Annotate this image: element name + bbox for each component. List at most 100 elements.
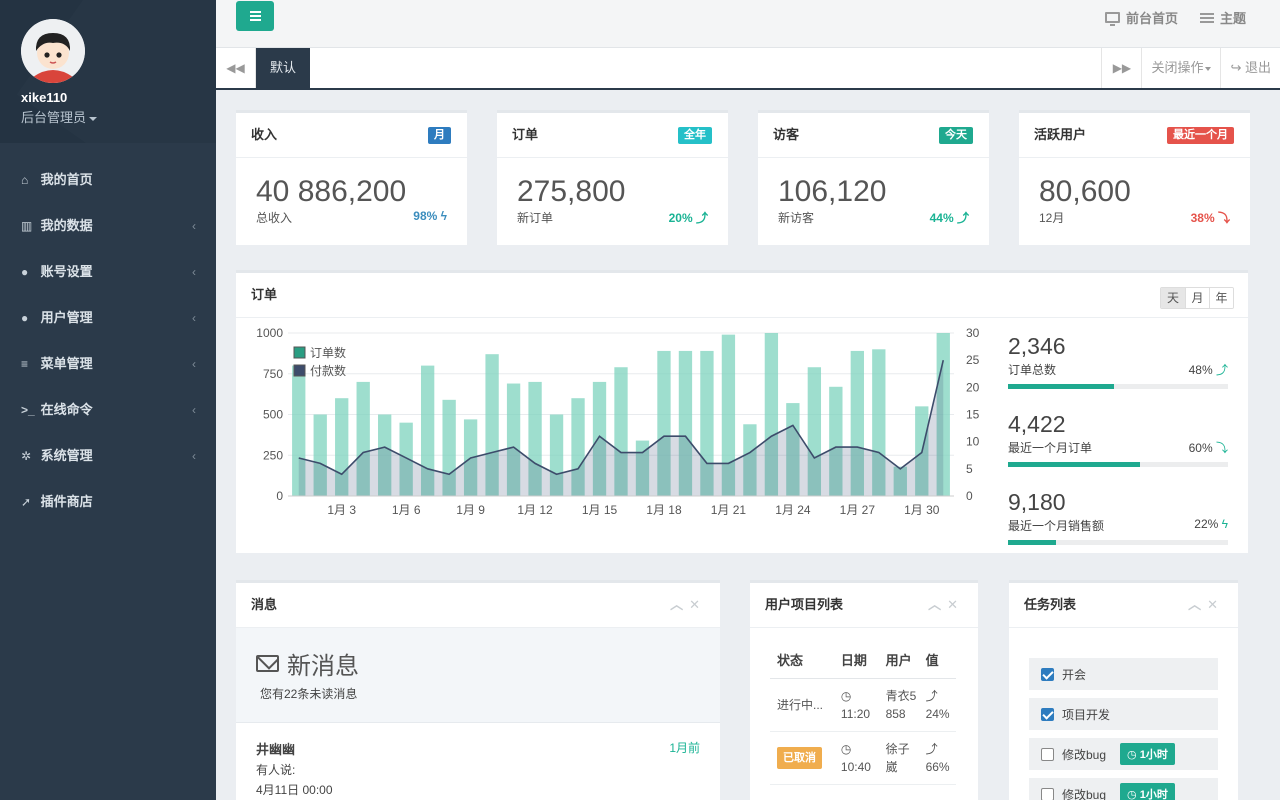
close-icon[interactable]: ✕ xyxy=(1207,597,1224,612)
row-value-text: 66% xyxy=(925,759,950,774)
col-status: 状态 xyxy=(770,642,834,679)
stat-card-header: 访客 今天 xyxy=(758,113,989,158)
sidebar-item-1[interactable]: ▥ 我的数据 ‹ xyxy=(0,203,216,249)
menu-toggle-button[interactable] xyxy=(236,1,274,31)
y-left-tick-label: 1000 xyxy=(256,326,283,340)
stat-percent-value: 20% xyxy=(668,211,693,225)
collapse-icon[interactable]: ︿ xyxy=(928,597,947,612)
tab-bar: ◀◀ 默认 ▶▶ 关闭操作 ↪ 退出 xyxy=(216,48,1280,90)
row-time: 10:40 xyxy=(840,759,871,774)
close-operations-dropdown[interactable]: 关闭操作 xyxy=(1141,48,1220,88)
period-badge: 今天 xyxy=(939,127,973,144)
task-time-badge: ◷ 1小时 xyxy=(1120,743,1175,765)
collapse-icon[interactable]: ︿ xyxy=(1188,597,1207,612)
close-icon[interactable]: ✕ xyxy=(689,597,706,612)
users-icon: ● xyxy=(21,311,29,325)
kpi-progress-fill xyxy=(1008,462,1140,467)
kpi-item: 2,346 订单总数 48% ⤴ xyxy=(1008,333,1228,389)
kpi-label: 订单总数 xyxy=(1008,363,1057,377)
panel-tools: ︿✕ xyxy=(1188,583,1224,627)
sidebar-item-6[interactable]: ✲ 系统管理 ‹ xyxy=(0,433,216,479)
sidebar: xike110 后台管理员 ⌂ 我的首页 ▥ 我的数据 ‹ ● 账号设置 ‹ ● 用户管理… xyxy=(0,0,216,800)
clock-icon: ◷ xyxy=(1127,789,1137,800)
stat-value: 106,120 xyxy=(778,175,887,208)
task-time-badge: ◷ 1小时 xyxy=(1120,783,1175,800)
hamburger-icon-line xyxy=(249,15,261,17)
y-right-tick-label: 30 xyxy=(966,326,980,340)
task-item[interactable]: 修改bug ◷ 1小时 xyxy=(1029,778,1218,800)
period-badge: 全年 xyxy=(678,127,712,144)
chevron-left-icon: ‹ xyxy=(192,449,196,463)
chevron-left-icon: ‹ xyxy=(192,311,196,325)
range-day-button[interactable]: 天 xyxy=(1161,288,1185,308)
messages-panel-title: 消息 xyxy=(251,597,278,612)
sidebar-item-4[interactable]: ≡ 菜单管理 ‹ xyxy=(0,341,216,387)
chevron-left-icon: ‹ xyxy=(192,403,196,417)
tab-scroll-left-button[interactable]: ◀◀ xyxy=(216,48,256,88)
gear-icon: ✲ xyxy=(21,449,32,463)
monitor-icon xyxy=(1104,12,1120,26)
kpi-percent: 22% ϟ xyxy=(1194,517,1228,534)
task-item[interactable]: 开会 xyxy=(1029,658,1218,690)
sidebar-item-label: 我的首页 xyxy=(40,172,93,187)
trend-icon: ϟ xyxy=(440,209,447,223)
stat-card-header: 收入 月 xyxy=(236,113,467,158)
top-nav: 前台首页 主题 xyxy=(1104,8,1246,27)
message-item[interactable]: 井幽幽 1月前 有人说: 4月11日 00:00 xyxy=(236,723,720,800)
x-tick-label: 1月 30 xyxy=(904,503,940,517)
user-role-dropdown[interactable]: 后台管理员 xyxy=(21,107,98,126)
y-right-tick-label: 0 xyxy=(966,489,973,503)
tab-default[interactable]: 默认 xyxy=(256,48,311,88)
stat-percent-value: 44% xyxy=(929,211,954,225)
stat-card: 活跃用户 最近一个月 80,600 12月 38% ⤵ xyxy=(1019,110,1250,245)
range-month-button[interactable]: 月 xyxy=(1185,288,1209,308)
sidebar-item-label: 在线命令 xyxy=(40,402,93,417)
chevron-left-icon: ‹ xyxy=(192,357,196,371)
tab-scroll-right-button[interactable]: ▶▶ xyxy=(1101,48,1141,88)
range-year-button[interactable]: 年 xyxy=(1209,288,1233,308)
task-checkbox[interactable] xyxy=(1041,707,1054,721)
terminal-icon: >_ xyxy=(21,403,35,417)
sidebar-item-label: 账号设置 xyxy=(40,264,93,279)
theme-link[interactable]: 主题 xyxy=(1199,8,1246,27)
y-right-tick-label: 20 xyxy=(966,380,980,394)
task-label: 项目开发 xyxy=(1062,707,1111,722)
stat-title: 订单 xyxy=(512,127,539,142)
task-item[interactable]: 项目开发 xyxy=(1029,698,1218,730)
kpi-percent: 60% ⤵ xyxy=(1189,439,1228,456)
task-checkbox[interactable] xyxy=(1041,787,1054,800)
sidebar-item-7[interactable]: ➚ 插件商店 xyxy=(0,479,216,525)
task-checkbox[interactable] xyxy=(1041,667,1054,681)
close-icon[interactable]: ✕ xyxy=(947,597,964,612)
table-row[interactable]: 进行中... ◷ 11:20 青衣5858 ⤴ 24% xyxy=(770,678,956,732)
stat-subtitle: 总收入 xyxy=(256,211,293,225)
stat-percent: 44% ⤴ xyxy=(930,209,969,226)
stat-value: 40 886,200 xyxy=(256,175,407,208)
kpi-progress-bar xyxy=(1008,462,1228,467)
kpi-percent-value: 22% xyxy=(1194,517,1219,531)
task-checkbox[interactable] xyxy=(1041,747,1054,761)
stat-title: 访客 xyxy=(773,127,800,142)
trend-icon: ⤴ xyxy=(695,211,708,225)
kpi-value: 4,422 xyxy=(1008,411,1066,437)
collapse-icon[interactable]: ︿ xyxy=(670,597,689,612)
row-value: ⤴ 66% xyxy=(918,731,956,785)
stat-card: 收入 月 40 886,200 总收入 98% ϟ xyxy=(236,110,467,245)
table-row[interactable]: 已取消 ◷ 10:40 徐子崴 ⤴ 66% xyxy=(770,731,956,785)
row-value: ⤴ 24% xyxy=(918,678,956,732)
kpi-progress-fill xyxy=(1008,540,1057,545)
avatar[interactable] xyxy=(21,19,85,83)
x-tick-label: 1月 27 xyxy=(840,503,876,517)
sidebar-item-5[interactable]: >_ 在线命令 ‹ xyxy=(0,387,216,433)
sidebar-item-2[interactable]: ● 账号设置 ‹ xyxy=(0,249,216,295)
envelope-icon xyxy=(256,655,279,672)
sidebar-item-0[interactable]: ⌂ 我的首页 xyxy=(0,157,216,203)
sidebar-item-3[interactable]: ● 用户管理 ‹ xyxy=(0,295,216,341)
panel-tools: ︿✕ xyxy=(928,583,964,627)
frontend-home-link[interactable]: 前台首页 xyxy=(1104,8,1178,27)
clock-icon: ◷ xyxy=(840,741,852,756)
kpi-row: 最近一个月销售额 22% ϟ xyxy=(1008,517,1228,534)
task-item[interactable]: 修改bug ◷ 1小时 xyxy=(1029,738,1218,770)
logout-button[interactable]: ↪ 退出 xyxy=(1220,48,1280,88)
kpi-label: 最近一个月订单 xyxy=(1008,441,1093,455)
